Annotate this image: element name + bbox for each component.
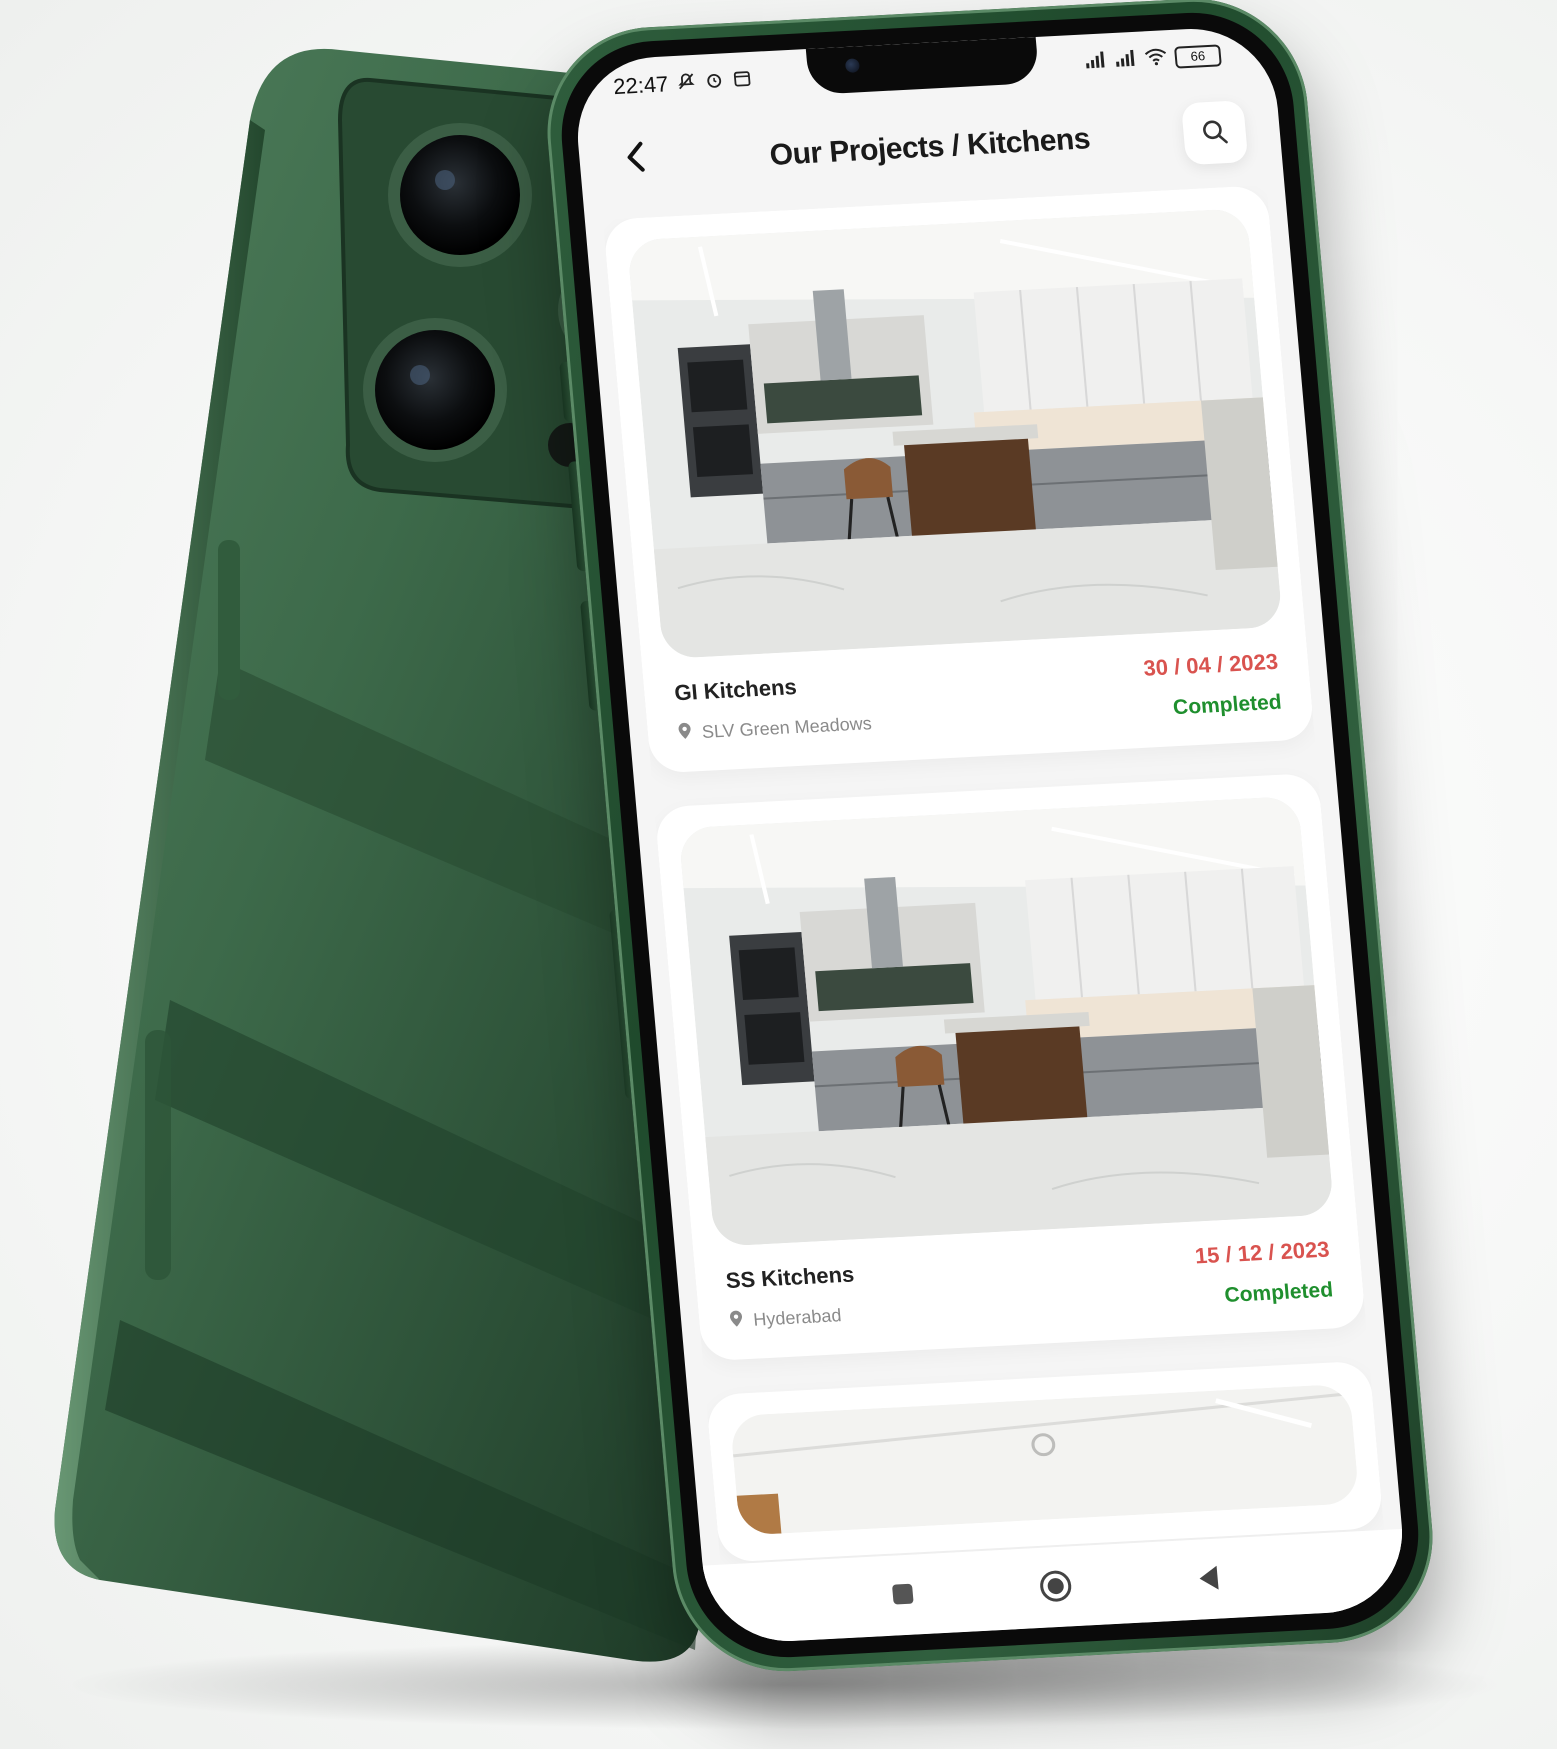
project-name: GI Kitchens: [673, 674, 798, 706]
app-screen: 22:47 66 Our Projects / Kitchens GI Kitc…: [570, 24, 1410, 1646]
card-right: 15 / 12 / 2023 Completed: [1194, 1237, 1334, 1310]
project-card[interactable]: SS Kitchens Hyderabad 15 / 12 / 2023 Com…: [654, 772, 1367, 1362]
search-button[interactable]: [1180, 100, 1249, 166]
status-badge: Completed: [1172, 690, 1283, 720]
signal-icon: [1114, 48, 1138, 72]
recent-apps-button[interactable]: [875, 1569, 929, 1621]
location-text: SLV Green Meadows: [701, 713, 873, 742]
card-info: GI Kitchens SLV Green Meadows 30 / 04 / …: [665, 648, 1290, 746]
location-pin-icon: [728, 1309, 744, 1333]
recent-apps-icon: [888, 1580, 917, 1610]
home-icon: [1037, 1568, 1074, 1607]
project-date: 30 / 04 / 2023: [1142, 648, 1280, 681]
location-pin-icon: [677, 722, 693, 746]
home-button[interactable]: [1029, 1561, 1083, 1613]
kitchen-photo: [626, 208, 1283, 659]
kitchen-photo: [678, 795, 1335, 1247]
chevron-left-icon: [621, 138, 651, 183]
project-name: SS Kitchens: [724, 1261, 856, 1294]
calendar-icon: [731, 67, 753, 93]
mute-icon: [675, 70, 697, 96]
status-right: 66: [1084, 44, 1222, 74]
card-right: 30 / 04 / 2023 Completed: [1142, 649, 1282, 722]
room-photo: [729, 1383, 1360, 1536]
project-location: Hyderabad: [728, 1303, 858, 1333]
page-title: Our Projects / Kitchens: [768, 122, 1092, 172]
card-left: SS Kitchens Hyderabad: [725, 1261, 859, 1332]
status-badge: Completed: [1223, 1278, 1334, 1308]
card-left: GI Kitchens SLV Green Meadows: [673, 670, 872, 745]
front-phone: 22:47 66 Our Projects / Kitchens GI Kitc…: [538, 0, 1442, 1677]
back-triangle-icon: [1195, 1563, 1224, 1595]
project-list[interactable]: GI Kitchens SLV Green Meadows 30 / 04 / …: [602, 185, 1384, 1565]
back-button[interactable]: [612, 137, 660, 183]
project-location: SLV Green Meadows: [677, 712, 873, 745]
project-card[interactable]: [705, 1360, 1384, 1563]
project-card[interactable]: GI Kitchens SLV Green Meadows 30 / 04 / …: [602, 185, 1315, 774]
alarm-icon: [703, 69, 725, 95]
status-left: 22:47: [612, 67, 753, 100]
mockup-stage: 22:47 66 Our Projects / Kitchens GI Kitc…: [0, 0, 1557, 1749]
signal-icon: [1084, 50, 1108, 74]
front-camera-icon: [844, 58, 861, 73]
wifi-icon: [1144, 47, 1168, 71]
search-icon: [1199, 117, 1230, 149]
status-time: 22:47: [612, 71, 670, 100]
battery-icon: 66: [1174, 44, 1222, 69]
project-date: 15 / 12 / 2023: [1193, 1236, 1331, 1269]
card-info: SS Kitchens Hyderabad 15 / 12 / 2023 Com…: [717, 1236, 1342, 1334]
system-back-button[interactable]: [1182, 1553, 1236, 1605]
location-text: Hyderabad: [752, 1305, 843, 1330]
